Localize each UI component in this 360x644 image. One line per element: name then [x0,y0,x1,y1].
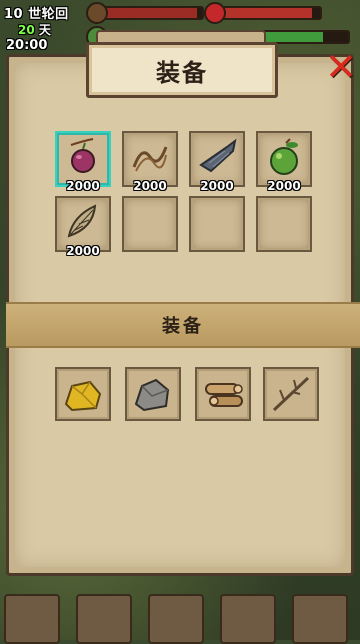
inventory-slot-1[interactable]: 2000 [55,131,111,193]
material-slot-3[interactable] [195,367,251,421]
item-count: 2000 [133,179,167,193]
inventory-slot-4[interactable]: 2000 [256,131,312,193]
fruit-icon [270,138,298,175]
fish-icon [199,138,237,173]
inventory-slot-2[interactable]: 2000 [122,131,178,193]
branch-icon [272,376,310,412]
toolbar-item-5[interactable] [292,594,348,644]
panel-title: 装备 [86,42,278,98]
health-bar [214,6,322,20]
item-count: 2000 [66,179,100,193]
toolbar-item-3[interactable] [148,594,204,644]
close-button[interactable]: ✕ [324,48,358,86]
day-unit: 天 [38,23,51,37]
day-counter: 20 天 [18,21,51,38]
health-icon [204,2,226,24]
item-count: 2000 [267,179,301,193]
bottom-toolbar [0,580,360,644]
rope-icon [132,146,168,172]
health-bar-fill [216,8,312,18]
leaf-bundle-icon [67,204,97,238]
hunger-bar [96,6,204,20]
stone-icon [134,378,170,412]
inventory-slot-7[interactable] [189,196,245,252]
item-count: 2000 [66,244,100,258]
inventory-slot-3[interactable]: 2000 [189,131,245,193]
radish-icon [70,138,95,173]
toolbar-item-4[interactable] [220,594,276,644]
close-icon: ✕ [325,45,357,89]
hunger-bar-fill [98,8,197,18]
material-slot-4[interactable] [263,367,319,421]
gold-ore-icon [64,380,102,412]
inventory-slot-8[interactable] [256,196,312,252]
material-slot-1[interactable] [55,367,111,421]
inventory-slot-5[interactable]: 2000 [55,196,111,258]
item-count: 2000 [200,179,234,193]
material-slot-2[interactable] [125,367,181,421]
hunger-icon [86,2,108,24]
game-clock: 20:00 [6,38,48,53]
wood-logs-icon [205,383,243,407]
day-number: 20 [18,23,35,37]
section-header: 装备 [6,302,360,348]
inventory-slot-6[interactable] [122,196,178,252]
toolbar-item-1[interactable] [4,594,60,644]
toolbar-item-2[interactable] [76,594,132,644]
cycle-counter: 10 世轮回 [4,7,69,22]
